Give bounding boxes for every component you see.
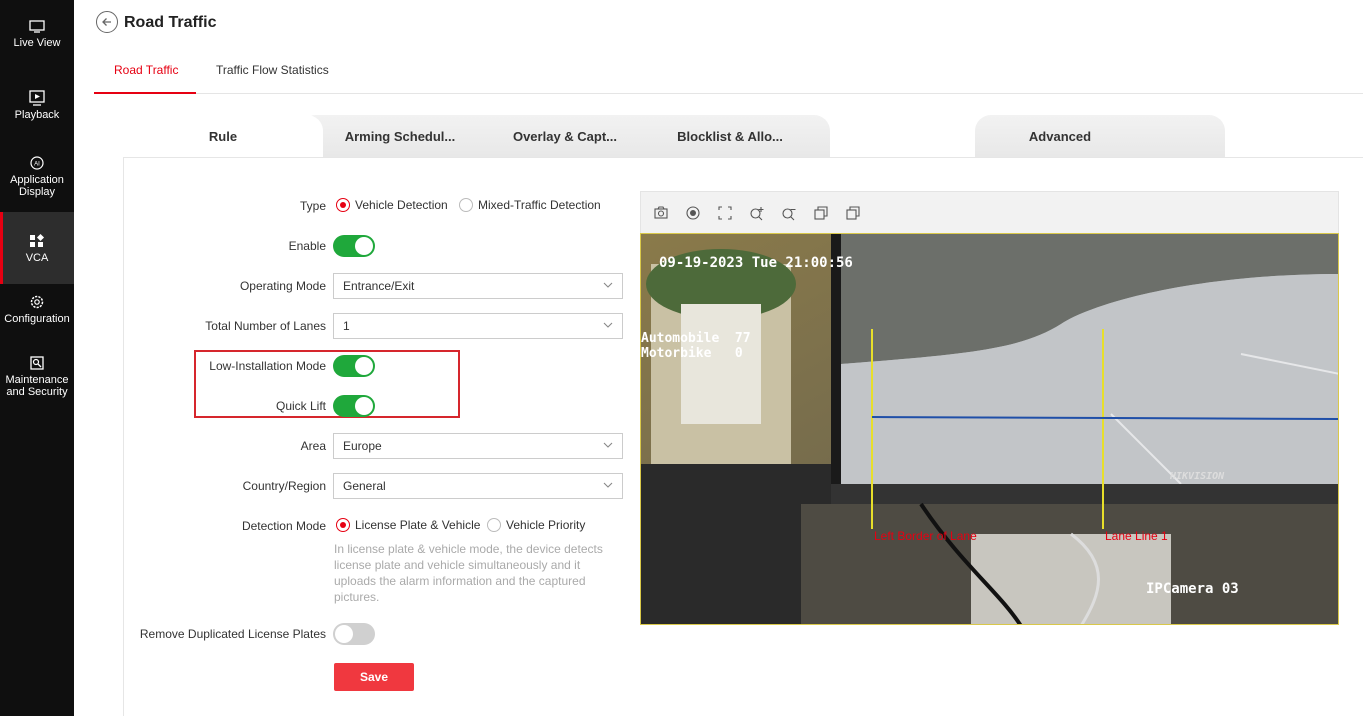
- type-label: Type: [299, 199, 326, 213]
- tab-label: Overlay & Capt...: [512, 128, 618, 144]
- zoom-in-icon[interactable]: [749, 205, 765, 221]
- nav-label: Configuration: [4, 313, 70, 325]
- nav-label: VCA: [25, 251, 49, 264]
- nav-playback[interactable]: Playback: [0, 90, 74, 134]
- ai-icon: AI: [28, 155, 46, 171]
- save-button[interactable]: Save: [334, 663, 414, 691]
- radio-selected-icon: [336, 518, 350, 532]
- radio-label: Vehicle Detection: [355, 198, 448, 212]
- toggle-knob: [355, 397, 373, 415]
- arrow-left-icon: [102, 18, 111, 26]
- radio-unselected-icon: [459, 198, 473, 212]
- lane-label-line1: Lane Line 1: [1105, 529, 1168, 543]
- nav-application-display[interactable]: AI Application Display: [0, 155, 74, 205]
- enable-label: Enable: [288, 239, 326, 253]
- remove-duplicates-toggle[interactable]: [333, 623, 375, 645]
- fullscreen-icon[interactable]: [717, 205, 733, 221]
- radio-label: Vehicle Priority: [506, 518, 586, 532]
- detection-mode-label: Detection Mode: [241, 519, 326, 533]
- low-installation-toggle[interactable]: [333, 355, 375, 377]
- page-title: Road Traffic: [124, 14, 217, 31]
- detection-vehicle-priority-radio[interactable]: Vehicle Priority: [487, 518, 585, 532]
- toggle-knob: [335, 625, 353, 643]
- nav-label: Playback: [14, 109, 60, 121]
- nav-label: Live View: [13, 37, 61, 49]
- select-value: General: [343, 479, 386, 493]
- radio-unselected-icon: [487, 518, 501, 532]
- osd-timestamp: 09-19-2023 Tue 21:00:56: [659, 255, 853, 271]
- nav-label: Application Display: [10, 174, 64, 198]
- nav-configuration[interactable]: Configuration: [0, 294, 74, 334]
- detection-mode-hint: In license plate & vehicle mode, the dev…: [334, 542, 603, 604]
- radio-label: Mixed-Traffic Detection: [478, 198, 601, 212]
- osd-camera-name: IPCamera 03: [1146, 581, 1239, 597]
- quick-lift-toggle[interactable]: [333, 395, 375, 417]
- svg-text:AI: AI: [34, 162, 40, 168]
- nav-label: Maintenance and Security: [5, 374, 69, 398]
- detection-license-plate-radio[interactable]: License Plate & Vehicle: [336, 518, 480, 532]
- top-tabs: Road Traffic Traffic Flow Statistics: [94, 46, 1363, 94]
- total-lanes-label: Total Number of Lanes: [205, 319, 326, 333]
- radio-label: License Plate & Vehicle: [355, 518, 481, 532]
- camera-icon[interactable]: [653, 205, 669, 221]
- country-select[interactable]: General: [333, 473, 623, 499]
- tab-advanced[interactable]: Advanced: [975, 115, 1225, 157]
- chevron-down-icon: [603, 282, 613, 288]
- select-value: Entrance/Exit: [343, 279, 415, 293]
- type-vehicle-detection-radio[interactable]: Vehicle Detection: [336, 198, 448, 212]
- operating-mode-select[interactable]: Entrance/Exit: [333, 273, 623, 299]
- chevron-down-icon: [603, 442, 613, 448]
- area-label: Area: [300, 439, 326, 453]
- copy-icon[interactable]: [813, 205, 829, 221]
- nav-vca[interactable]: VCA: [0, 212, 74, 284]
- maintenance-icon: [29, 355, 45, 371]
- select-value: Europe: [343, 439, 382, 453]
- camera-scene: [641, 234, 1338, 624]
- tab-arming-schedule[interactable]: Arming Schedul...: [300, 115, 500, 157]
- quick-lift-label: Quick Lift: [275, 399, 326, 413]
- play-icon: [28, 90, 46, 106]
- nav-maintenance-security[interactable]: Maintenance and Security: [0, 355, 74, 399]
- tab-label: Blocklist & Allo...: [677, 128, 783, 144]
- zoom-out-icon[interactable]: [781, 205, 797, 221]
- nav-live-view[interactable]: Live View: [0, 18, 74, 62]
- country-label: Country/Region: [242, 479, 326, 493]
- osd-counts: Automobile 77 Motorbike 0: [641, 331, 751, 361]
- tab-road-traffic[interactable]: Road Traffic: [114, 63, 178, 77]
- remove-duplicates-label: Remove Duplicated License Plates: [139, 627, 326, 641]
- monitor-brand: HIKVISION: [1170, 471, 1225, 482]
- total-lanes-select[interactable]: 1: [333, 313, 623, 339]
- monitor-icon: [28, 18, 46, 34]
- toggle-knob: [355, 237, 373, 255]
- low-installation-label: Low-Installation Mode: [209, 359, 326, 373]
- back-button[interactable]: [96, 11, 118, 33]
- active-tab-indicator: [94, 92, 196, 94]
- operating-mode-label: Operating Mode: [239, 279, 326, 293]
- toggle-knob: [355, 357, 373, 375]
- tab-label: Advanced: [1028, 128, 1092, 144]
- page-header: Road Traffic: [74, 0, 1363, 46]
- gear-icon: [29, 294, 45, 310]
- sidebar: Live View Playback AI Application Displa…: [0, 0, 74, 716]
- radio-selected-icon: [336, 198, 350, 212]
- grid-icon: [29, 233, 45, 249]
- area-select[interactable]: Europe: [333, 433, 623, 459]
- tab-rule[interactable]: Rule: [123, 115, 323, 157]
- select-value: 1: [343, 319, 350, 333]
- video-toolbar: [640, 191, 1339, 233]
- tab-traffic-flow-statistics[interactable]: Traffic Flow Statistics: [216, 63, 329, 77]
- video-preview[interactable]: 09-19-2023 Tue 21:00:56 Automobile 77 Mo…: [640, 233, 1339, 625]
- lane-label-left: Left Border of Lane: [874, 529, 977, 543]
- enable-toggle[interactable]: [333, 235, 375, 257]
- chevron-down-icon: [603, 322, 613, 328]
- tab-label: Rule: [208, 128, 238, 144]
- tab-label: Arming Schedul...: [344, 128, 456, 144]
- chevron-down-icon: [603, 482, 613, 488]
- type-mixed-traffic-radio[interactable]: Mixed-Traffic Detection: [459, 198, 601, 212]
- record-icon[interactable]: [685, 205, 701, 221]
- paste-icon[interactable]: [845, 205, 861, 221]
